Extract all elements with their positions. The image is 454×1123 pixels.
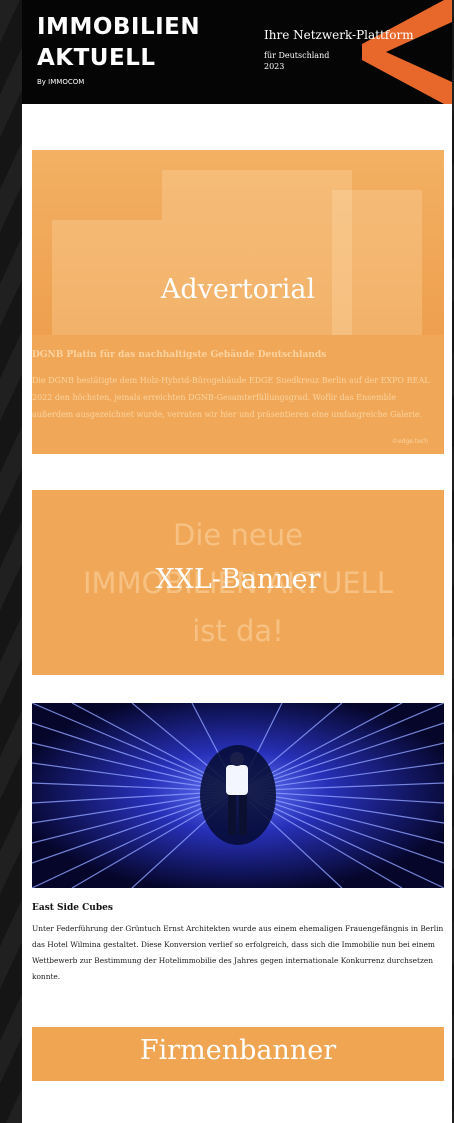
advertorial-banner[interactable]: Advertorial DGNB Platin für das nachhalt… bbox=[32, 150, 444, 454]
xxl-bg-line-3: ist da! bbox=[192, 614, 284, 648]
advertorial-image bbox=[32, 150, 444, 335]
firmen-banner-label: Firmenbanner bbox=[139, 1035, 337, 1066]
xxl-bg-line-1: Die neue bbox=[173, 518, 303, 552]
article-text: Unter Federführung der Grüntuch Ernst Ar… bbox=[32, 924, 444, 981]
advertorial-label: Advertorial bbox=[160, 274, 316, 305]
tunnel-light-icon bbox=[32, 703, 444, 888]
article-title[interactable]: East Side Cubes bbox=[32, 903, 113, 913]
xxl-banner[interactable]: Die neue IMMOBILIEN AKTUELL ist da! XXL-… bbox=[32, 490, 444, 675]
brand-chevron-icon bbox=[362, 0, 452, 104]
advertorial-credit: ©edge.tech bbox=[391, 438, 428, 445]
xxl-banner-label: XXL-Banner bbox=[155, 564, 321, 595]
header-tagline: Ihre Netzwerk-Plattform bbox=[264, 28, 414, 42]
header-tagline-country: für Deutschland bbox=[264, 51, 330, 60]
logo-byline: By IMMOCOM bbox=[37, 78, 85, 86]
advertorial-text: Die DGNB bestätigte dem Holz-Hybrid-Büro… bbox=[32, 376, 430, 419]
logo-line-1[interactable]: IMMOBILIEN bbox=[37, 16, 200, 39]
logo-line-2[interactable]: AKTUELL bbox=[37, 47, 156, 70]
advertorial-title[interactable]: DGNB Platin für das nachhaltigste Gebäud… bbox=[32, 350, 326, 360]
article-image[interactable] bbox=[32, 703, 444, 888]
header-tagline-year: 2023 bbox=[264, 62, 285, 71]
newsletter-page: IMMOBILIEN AKTUELL By IMMOCOM Ihre Netzw… bbox=[22, 0, 452, 1123]
firmen-banner[interactable]: Firmenbanner bbox=[32, 1027, 444, 1081]
header: IMMOBILIEN AKTUELL By IMMOCOM Ihre Netzw… bbox=[22, 0, 452, 104]
